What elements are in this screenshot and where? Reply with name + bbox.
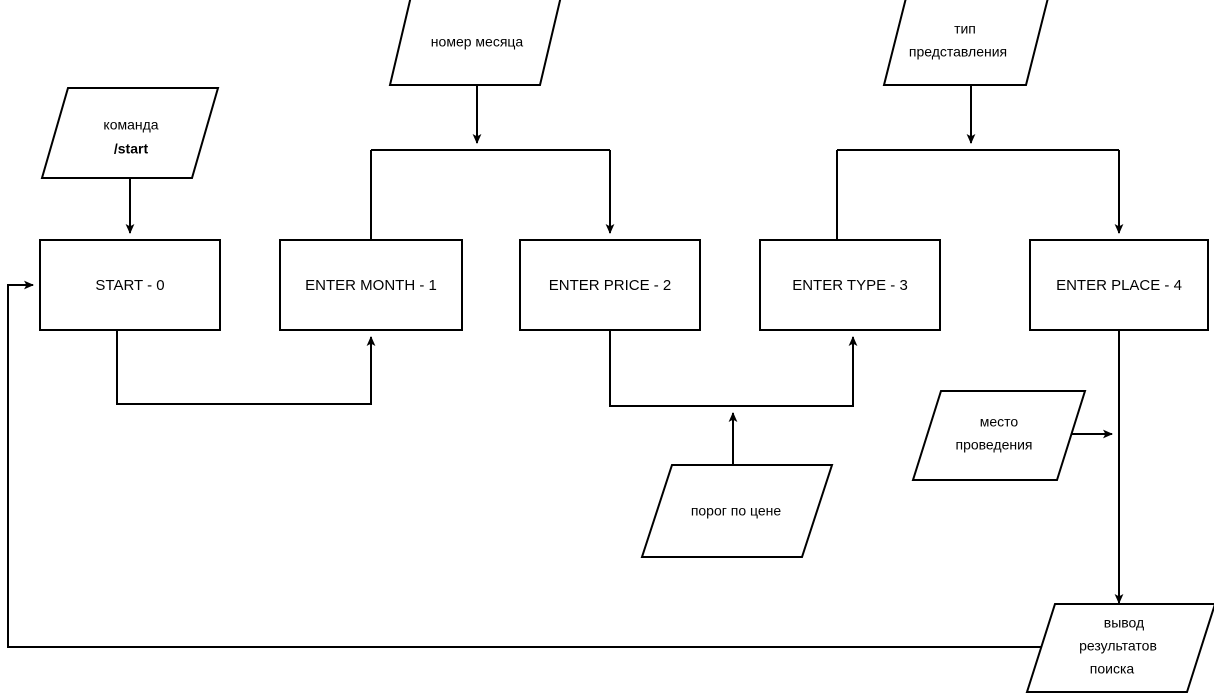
node-enter-month[interactable]: ENTER MONTH - 1	[279, 239, 463, 331]
node-enter-price[interactable]: ENTER PRICE - 2	[519, 239, 701, 331]
io-nodes: команда /start номер месяца тип представ…	[40, 0, 1214, 693]
node-enter-place-label: ENTER PLACE - 4	[1056, 277, 1182, 294]
node-enter-type[interactable]: ENTER TYPE - 3	[759, 239, 941, 331]
edge-start-to-month	[116, 330, 376, 405]
node-enter-type-label: ENTER TYPE - 3	[792, 277, 908, 294]
io-node-month-number-label: номер месяца	[431, 34, 524, 50]
diagram-canvas: START - 0 ENTER MONTH - 1 ENTER PRICE - …	[0, 0, 1214, 693]
flowchart-svg: START - 0 ENTER MONTH - 1 ENTER PRICE - …	[7, 0, 1214, 693]
io-node-price-threshold-label: порог по цене	[691, 503, 782, 519]
io-node-search-results-output-label-line-2: результатов	[1079, 638, 1157, 654]
io-node-venue-label-line-1: место	[980, 414, 1019, 430]
io-node-month-number[interactable]: номер месяца	[388, 0, 562, 86]
io-node-performance-type-label-line-1: тип	[954, 21, 976, 37]
io-node-venue[interactable]: место проведения	[911, 390, 1087, 481]
node-start[interactable]: START - 0	[39, 239, 221, 331]
io-node-command-start[interactable]: команда /start	[40, 87, 220, 179]
io-node-search-results-output-label-line-1: вывод	[1104, 615, 1144, 631]
edge-price-to-type	[609, 330, 858, 407]
io-node-command-start-label-line-1: команда	[103, 117, 158, 133]
edge-output-back-to-start	[7, 280, 1063, 648]
node-enter-place[interactable]: ENTER PLACE - 4	[1029, 239, 1209, 331]
io-node-command-start-label-line-2: /start	[114, 141, 149, 157]
node-enter-month-label: ENTER MONTH - 1	[305, 277, 437, 294]
node-enter-price-label: ENTER PRICE - 2	[549, 277, 672, 294]
io-node-price-threshold[interactable]: порог по цене	[640, 464, 834, 558]
io-node-performance-type-label-line-2: представления	[909, 44, 1007, 60]
node-start-label: START - 0	[95, 277, 164, 294]
io-node-search-results-output-label-line-3: поиска	[1090, 661, 1135, 677]
io-node-search-results-output[interactable]: вывод результатов поиска	[1025, 603, 1214, 693]
io-node-performance-type[interactable]: тип представления	[882, 0, 1050, 86]
io-node-venue-label-line-2: проведения	[956, 437, 1033, 453]
state-nodes: START - 0 ENTER MONTH - 1 ENTER PRICE - …	[39, 239, 1209, 331]
